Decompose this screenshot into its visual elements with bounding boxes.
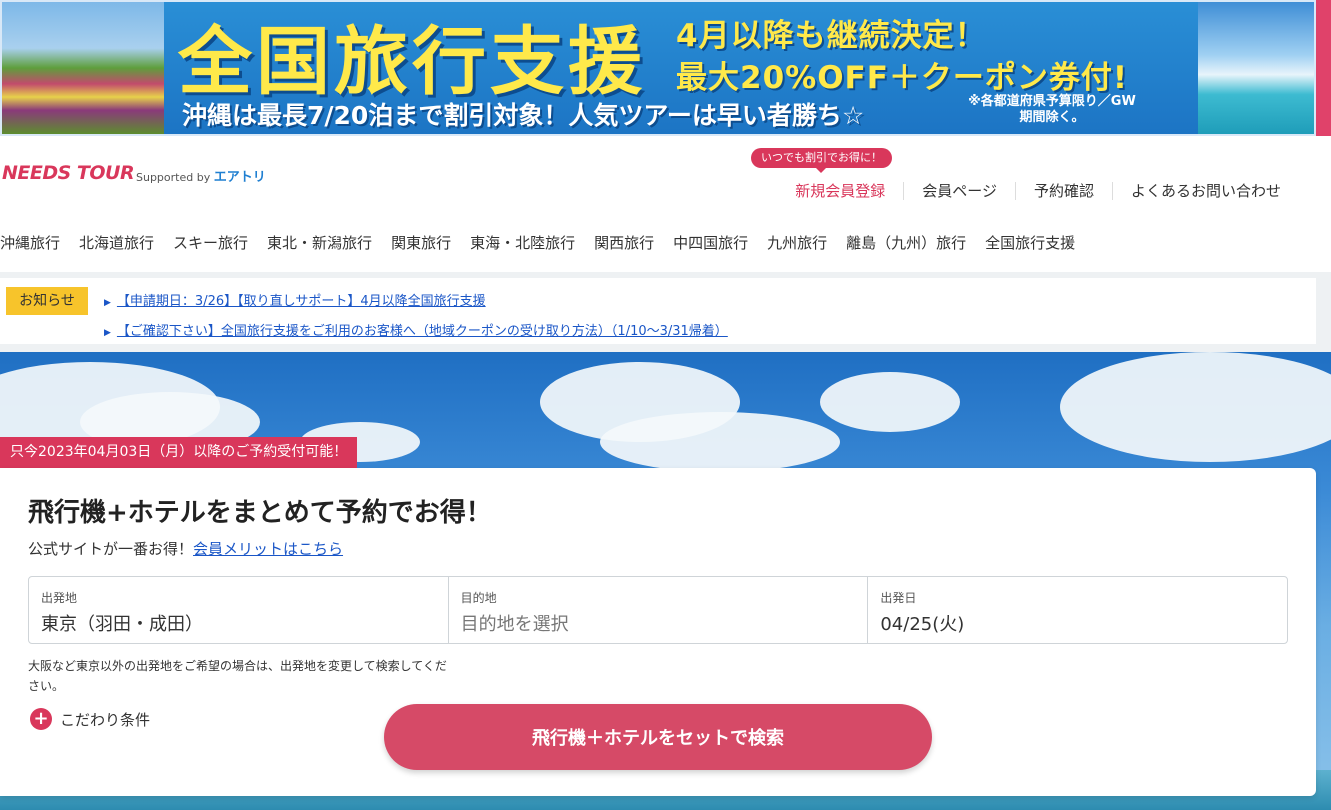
departure-value[interactable]: 東京（羽田・成田） (41, 610, 436, 636)
triangle-right-icon: ▶ (104, 298, 111, 308)
notice-badge: お知らせ (6, 287, 88, 315)
search-card: 飛行機+ホテルをまとめて予約でお得！ 公式サイトが一番お得！会員メリットはこちら… (0, 468, 1316, 796)
triangle-right-icon: ▶ (104, 328, 111, 338)
notice-link[interactable]: ▶ 【申請期日：3/26】【取り直しサポート】4月以降全国旅行支援 (104, 290, 486, 309)
subtitle-text: 公式サイトが一番お得！ (28, 540, 194, 558)
reservation-ribbon: 只今2023年04月03日（月）以降のご予約受付可能！ (0, 437, 358, 468)
notice-box: お知らせ ▶ 【申請期日：3/26】【取り直しサポート】4月以降全国旅行支援 ▶ 【… (0, 278, 1316, 344)
search-subtitle: 公式サイトが一番お得！会員メリットはこちら (28, 538, 343, 559)
notice-text[interactable]: 【申請期日：3/26】【取り直しサポート】4月以降全国旅行支援 (117, 294, 486, 309)
banner-note: ※各都道府県予算限り／GW期間除く。 (968, 94, 1136, 125)
site-logo[interactable]: NEEDS TOUR (2, 162, 135, 184)
departure-label: 出発地 (41, 591, 78, 605)
plus-icon[interactable]: + (30, 708, 52, 730)
notice-section: お知らせ ▶ 【申請期日：3/26】【取り直しサポート】4月以降全国旅行支援 ▶ 【… (0, 272, 1331, 352)
departure-note: 大阪など東京以外の出発地をご希望の場合は、出発地を変更して検索してください。 (28, 659, 447, 693)
category-hokkaido[interactable]: 北海道旅行 (79, 232, 154, 253)
destination-label: 目的地 (460, 591, 497, 605)
category-nav: 沖縄旅行 北海道旅行 スキー旅行 東北・新潟旅行 関東旅行 東海・北陸旅行 関西… (0, 232, 1094, 253)
category-kanto[interactable]: 関東旅行 (391, 232, 451, 253)
category-okinawa[interactable]: 沖縄旅行 (0, 232, 60, 253)
date-field[interactable]: 出発日 04/25(火) (867, 577, 1287, 643)
conditions-toggle[interactable]: + こだわり条件 (30, 708, 150, 730)
reservation-check-link[interactable]: 予約確認 (1014, 182, 1112, 200)
search-title: 飛行機+ホテルをまとめて予約でお得！ (28, 498, 492, 528)
notice-text[interactable]: 【ご確認下さい】全国旅行支援をご利用のお客様へ（地域クーポンの受け取り方法）（1… (117, 324, 728, 339)
supported-prefix: Supported by (136, 171, 211, 184)
departure-field[interactable]: 出発地 東京（羽田・成田） (29, 577, 448, 643)
banner-edge (1316, 0, 1331, 136)
banner-headline-1: 4月以降も継続決定！ (676, 18, 987, 54)
destination-value[interactable]: 目的地を選択 (461, 610, 856, 636)
supported-by: Supported by エアトリ (136, 166, 266, 185)
header-links: 新規会員登録 会員ページ 予約確認 よくあるお問い合わせ (777, 180, 1299, 202)
category-remote-islands[interactable]: 離島（九州）旅行 (846, 232, 966, 253)
category-kansai[interactable]: 関西旅行 (594, 232, 654, 253)
date-value[interactable]: 04/25(火) (880, 610, 1275, 636)
category-tokai[interactable]: 東海・北陸旅行 (470, 232, 575, 253)
member-merit-link[interactable]: 会員メリットはこちら (193, 540, 343, 558)
category-chushikoku[interactable]: 中四国旅行 (673, 232, 748, 253)
member-page-link[interactable]: 会員ページ (903, 182, 1015, 200)
category-travel-support[interactable]: 全国旅行支援 (985, 232, 1075, 253)
category-ski[interactable]: スキー旅行 (173, 232, 248, 253)
faq-link[interactable]: よくあるお問い合わせ (1111, 182, 1299, 200)
category-tohoku[interactable]: 東北・新潟旅行 (267, 232, 372, 253)
conditions-label[interactable]: こだわり条件 (60, 709, 150, 730)
category-kyushu[interactable]: 九州旅行 (767, 232, 827, 253)
airtrip-logo: エアトリ (213, 170, 266, 185)
destination-field[interactable]: 目的地 目的地を選択 (447, 577, 868, 643)
register-link[interactable]: 新規会員登録 (777, 182, 903, 200)
banner-title: 全国旅行支援 (178, 19, 646, 105)
date-label: 出発日 (880, 591, 917, 605)
travel-support-banner[interactable]: 全国旅行支援 4月以降も継続決定！ 最大20%OFF＋クーポン券付! 沖縄は最長… (0, 0, 1331, 136)
banner-headline-2: 最大20%OFF＋クーポン券付! (676, 60, 1129, 96)
promo-bubble: いつでも割引でお得に！ (751, 148, 892, 173)
search-button[interactable]: 飛行機＋ホテルをセットで検索 (384, 704, 932, 770)
banner-subtitle: 沖縄は最長7/20泊まで割引対象！人気ツアーは早い者勝ち☆ (182, 101, 865, 130)
notice-link[interactable]: ▶ 【ご確認下さい】全国旅行支援をご利用のお客様へ（地域クーポンの受け取り方法）（… (104, 320, 728, 339)
search-fields: 出発地 東京（羽田・成田） 目的地 目的地を選択 出発日 04/25(火) (28, 576, 1288, 644)
